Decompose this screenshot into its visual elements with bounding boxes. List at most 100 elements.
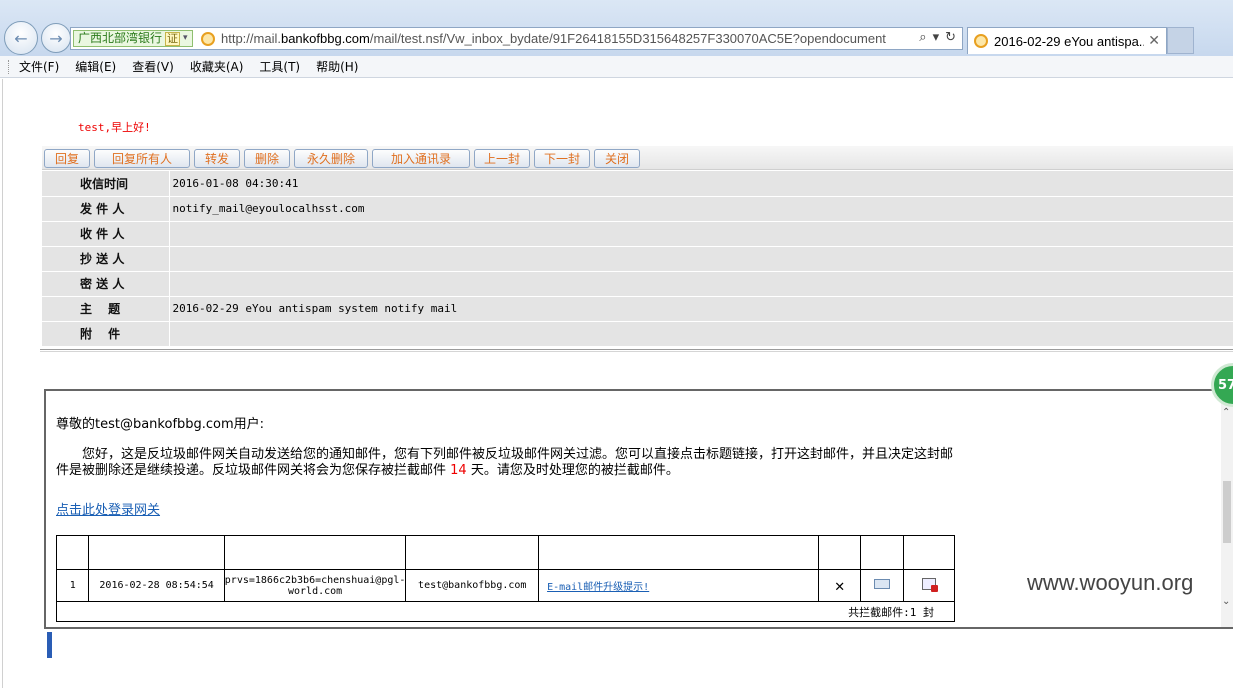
chevron-down-icon[interactable]: ▾ (933, 30, 940, 45)
row-index: 1 (55, 569, 90, 602)
from-label: 发 件 人 (42, 196, 169, 222)
tab-title: 2016-02-29 eYou antispa... (994, 34, 1144, 49)
chevron-up-icon[interactable]: ⌃ (1222, 407, 1230, 418)
header-divider (40, 349, 1233, 352)
salutation-text: 尊敬的test@bankofbbg.com用户: (56, 417, 265, 432)
received-value: 2016-01-08 04:30:41 (168, 171, 1233, 197)
table-header-row (55, 535, 956, 570)
table-header-cell (88, 535, 225, 570)
arrow-right-icon: → (49, 28, 63, 48)
back-button[interactable]: ← (4, 21, 38, 55)
site-identity-badge[interactable]: 广西北部湾银行 证 ▾ (73, 30, 193, 47)
header-row-received: 收信时间 2016-01-08 04:30:41 (42, 171, 1233, 197)
mail-toolbar: 回复 回复所有人 转发 删除 永久删除 加入通讯录 上一封 下一封 关闭 (42, 146, 1233, 170)
notice-paragraph: 您好，这是反垃圾邮件网关自动发送给您的通知邮件，您有下列邮件被反垃圾邮件网关过滤… (56, 447, 956, 479)
attachment-value (168, 321, 1233, 347)
url-prefix: http://mail. (221, 31, 281, 46)
row-subject-link[interactable]: E-mail邮件升级提示! (538, 569, 820, 602)
refresh-icon[interactable]: ↻ (945, 30, 956, 45)
release-mail-cell[interactable] (860, 569, 904, 602)
received-label: 收信时间 (42, 171, 169, 197)
header-row-to: 收 件 人 (42, 221, 1233, 247)
to-label: 收 件 人 (42, 221, 169, 247)
new-tab-button[interactable] (1167, 27, 1194, 54)
row-recipient: test@bankofbbg.com (405, 569, 540, 602)
add-contacts-button[interactable]: 加入通讯录 (372, 149, 470, 168)
add-whitelist-icon[interactable] (921, 578, 938, 592)
menu-tools[interactable]: 工具(T) (259, 58, 300, 75)
subject-value: 2016-02-29 eYou antispam system notify m… (168, 296, 1233, 322)
table-header-cell (223, 535, 407, 570)
menu-file[interactable]: 文件(F) (19, 58, 59, 75)
url-suffix: /mail/test.nsf/Vw_inbox_bydate/91F264181… (369, 31, 886, 46)
header-row-from: 发 件 人 notify_mail@eyoulocalhsst.com (42, 196, 1233, 222)
table-row: 1 2016-02-28 08:54:54 prvs=1866c2b3b6=ch… (55, 569, 956, 602)
gateway-login-link[interactable]: 点击此处登录网关 (56, 499, 160, 518)
url-text[interactable]: http://mail.bankofbbg.com/mail/test.nsf/… (221, 31, 886, 46)
tab-active[interactable]: 2016-02-29 eYou antispa... ✕ (967, 27, 1167, 54)
row-sender: prvs=1866c2b3b6=chenshuai@pgl-world.com (223, 569, 407, 602)
retention-days: 14 (446, 463, 471, 478)
next-mail-button[interactable]: 下一封 (534, 149, 590, 168)
blocked-mail-table: 1 2016-02-28 08:54:54 prvs=1866c2b3b6=ch… (55, 535, 956, 622)
delete-button[interactable]: 删除 (244, 149, 290, 168)
forward-button[interactable]: 转发 (194, 149, 240, 168)
table-header-cell (902, 535, 956, 570)
chevron-down-icon[interactable]: ⌄ (1222, 596, 1230, 607)
previous-mail-button[interactable]: 上一封 (474, 149, 530, 168)
menu-help[interactable]: 帮助(H) (316, 58, 358, 75)
header-row-cc: 抄 送 人 (42, 246, 1233, 272)
blocked-total: 共拦截邮件:1 封 (56, 601, 955, 622)
greeting-text: test,早上好! (78, 121, 151, 134)
table-header-cell (860, 535, 904, 570)
menu-edit[interactable]: 编辑(E) (75, 58, 116, 75)
ie-page-icon (201, 32, 215, 46)
header-row-attachment: 附 件 (42, 321, 1233, 347)
header-row-bcc: 密 送 人 (42, 271, 1233, 297)
delete-mail-cell[interactable]: ✕ (818, 569, 862, 602)
watermark-text: www.wooyun.org (1027, 570, 1194, 595)
scrollbar-thumb[interactable] (1223, 481, 1231, 543)
to-value (168, 221, 1233, 247)
whitelist-cell[interactable] (902, 569, 956, 602)
table-header-cell (405, 535, 540, 570)
mail-icon[interactable] (873, 579, 890, 589)
notice-text-end: 天。请您及时处理您的被拦截邮件。 (470, 463, 679, 478)
table-total-row: 共拦截邮件:1 封 (56, 601, 955, 622)
table-header-cell (55, 535, 90, 570)
menu-grip (8, 59, 11, 74)
reply-button[interactable]: 回复 (44, 149, 90, 168)
body-scrollbar[interactable]: ⌃ ⌄ (1221, 391, 1233, 627)
bcc-label: 密 送 人 (42, 271, 169, 297)
forward-button[interactable]: → (41, 23, 71, 53)
reply-all-button[interactable]: 回复所有人 (94, 149, 190, 168)
menu-favorites[interactable]: 收藏夹(A) (190, 58, 244, 75)
permanent-delete-button[interactable]: 永久删除 (294, 149, 368, 168)
table-header-cell (818, 535, 862, 570)
search-icon[interactable]: ⌕ (919, 30, 926, 45)
arrow-left-icon: ← (14, 28, 28, 48)
close-button[interactable]: 关闭 (594, 149, 640, 168)
subject-label: 主 题 (42, 296, 169, 322)
row-date: 2016-02-28 08:54:54 (88, 569, 225, 602)
header-row-subject: 主 题 2016-02-29 eYou antispam system noti… (42, 296, 1233, 322)
cc-value (168, 246, 1233, 272)
close-icon[interactable]: ✕ (835, 576, 845, 595)
ie-page-icon (974, 34, 988, 48)
chevron-down-icon[interactable]: ▾ (183, 31, 188, 46)
loading-bar (47, 632, 52, 658)
from-value: notify_mail@eyoulocalhsst.com (168, 196, 1233, 222)
menu-view[interactable]: 查看(V) (132, 58, 174, 75)
site-name: 广西北部湾银行 (78, 31, 163, 45)
url-domain: bankofbbg.com (280, 31, 370, 46)
cc-label: 抄 送 人 (42, 246, 169, 272)
address-bar[interactable]: 广西北部湾银行 证 ▾ http://mail.bankofbbg.com/ma… (70, 27, 963, 50)
menu-bar: 文件(F) 编辑(E) 查看(V) 收藏夹(A) 工具(T) 帮助(H) (0, 56, 1233, 78)
page-content: test,早上好! 回复 回复所有人 转发 删除 永久删除 加入通讯录 上一封 … (0, 79, 1233, 688)
certificate-icon: 证 (165, 31, 181, 46)
bcc-value (168, 271, 1233, 297)
table-header-cell (538, 535, 820, 570)
close-icon[interactable]: ✕ (1148, 32, 1160, 49)
attachment-label: 附 件 (42, 321, 169, 347)
browser-toolbar: ← → 广西北部湾银行 证 ▾ http://mail.bankofbbg.co… (0, 0, 1233, 56)
